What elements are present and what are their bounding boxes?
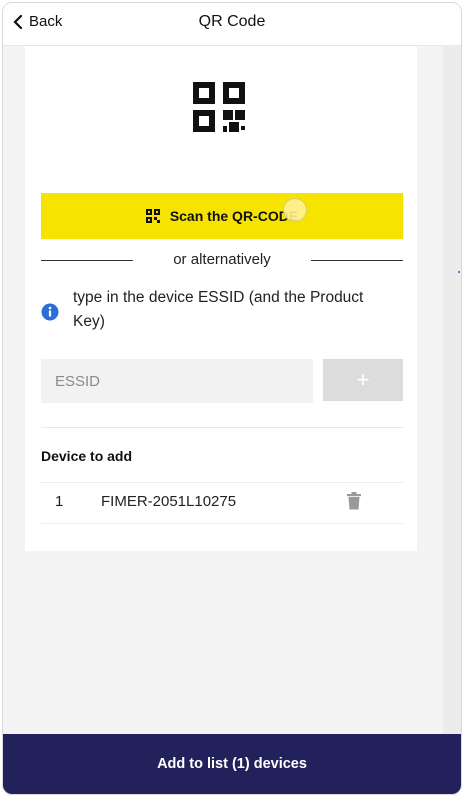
header-bar: Back QR Code [3, 3, 461, 46]
scroll-indicator-dot [458, 271, 460, 273]
info-text: type in the device ESSID (and the Produc… [73, 289, 364, 330]
add-to-list-label: Add to list (1) devices [157, 756, 307, 772]
qr-code-icon [193, 82, 245, 132]
devices-section-title: Device to add [41, 448, 133, 464]
alternative-divider: or alternatively [41, 249, 403, 271]
device-name: FIMER-2051L10275 [101, 493, 237, 510]
page-title: QR Code [198, 13, 266, 30]
add-essid-button[interactable]: + [323, 359, 403, 401]
qr-code-small-icon [145, 209, 160, 223]
touch-indicator [283, 198, 307, 222]
app-frame: Back QR Code Scan the QR-CODE or alterna… [2, 2, 462, 795]
side-strip [443, 45, 461, 734]
content-card: Scan the QR-CODE or alternatively type i… [25, 46, 417, 551]
trash-icon[interactable] [346, 492, 362, 510]
device-index: 1 [55, 493, 64, 510]
scan-button-label: Scan the QR-CODE [169, 208, 299, 224]
essid-input[interactable] [41, 359, 313, 403]
info-icon [41, 303, 59, 321]
section-divider [41, 427, 403, 428]
divider-line-right [311, 260, 403, 261]
add-to-list-button[interactable]: Add to list (1) devices [3, 734, 461, 794]
scan-qr-button[interactable]: Scan the QR-CODE [41, 193, 403, 239]
table-row: 1 FIMER-2051L10275 [41, 482, 403, 524]
devices-table: 1 FIMER-2051L10275 [41, 482, 403, 524]
